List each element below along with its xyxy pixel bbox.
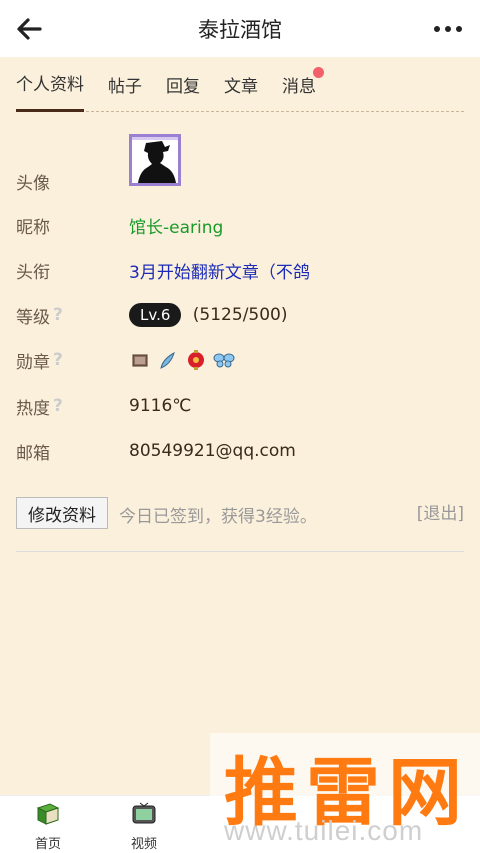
watermark: 推雷网 www.tuilei.com (210, 733, 480, 853)
feather-medal-icon[interactable] (157, 349, 179, 371)
more-icon[interactable] (430, 14, 466, 44)
title-label: 头衔 (16, 262, 50, 283)
nickname-label: 昵称 (16, 217, 50, 238)
heat-row: 热度 ? 9116℃ (16, 391, 464, 421)
level-badge: Lv.6 (129, 303, 182, 327)
question-icon[interactable]: ? (53, 352, 67, 369)
scroll-medal-icon[interactable] (129, 349, 151, 371)
email-label: 邮箱 (16, 443, 50, 464)
logout-link[interactable]: [退出] (417, 499, 464, 524)
level-label-wrap: 等级 ? (16, 303, 129, 328)
level-label: 等级 (16, 307, 50, 328)
nav-video-label: 视频 (130, 837, 157, 852)
page-title: 泰拉酒馆 (198, 17, 282, 42)
book-icon (36, 803, 60, 825)
heat-label-wrap: 热度 ? (16, 394, 129, 419)
tab-posts[interactable]: 帖子 (108, 57, 142, 112)
level-row: 等级 ? Lv.6 (5125/500) (16, 300, 464, 330)
medals-label: 勋章 (16, 352, 50, 373)
heat-label: 热度 (16, 398, 50, 419)
avatar-silhouette-icon (132, 137, 178, 183)
medals-label-wrap: 勋章 ? (16, 348, 129, 373)
tab-articles[interactable]: 文章 (224, 57, 258, 112)
avatar-row: 头像 (16, 166, 464, 196)
level-value: Lv.6 (5125/500) (129, 303, 288, 327)
nickname-value: 馆长-earing (129, 217, 224, 238)
divider (16, 551, 464, 552)
tab-messages[interactable]: 消息 (282, 57, 324, 112)
nav-video[interactable]: 视频 (114, 802, 174, 852)
heat-value: 9116℃ (129, 396, 192, 416)
profile-tabs: 个人资料 帖子 回复 文章 消息 (16, 57, 464, 112)
avatar[interactable] (129, 134, 181, 186)
title-row: 头衔 3月开始翻新文章（不鸽 (16, 255, 464, 285)
medals-row: 勋章 ? (16, 345, 464, 375)
tab-profile[interactable]: 个人资料 (16, 57, 84, 112)
level-progress: (5125/500) (192, 305, 288, 325)
question-icon[interactable]: ? (53, 307, 67, 324)
nav-home-label: 首页 (34, 837, 61, 852)
unread-dot (313, 66, 324, 78)
avatar-label: 头像 (16, 173, 50, 194)
nickname-row: 昵称 馆长-earing (16, 210, 464, 240)
lantern-medal-icon[interactable] (185, 349, 207, 371)
title-value: 3月开始翻新文章（不鸽 (129, 262, 310, 283)
medals-list (129, 349, 235, 371)
tab-messages-label: 消息 (282, 76, 316, 97)
checkin-status: 今日已签到，获得3经验。 (119, 507, 317, 527)
watermark-url: www.tuilei.com (224, 815, 424, 846)
nav-home[interactable]: 首页 (18, 802, 78, 852)
question-icon[interactable]: ? (53, 398, 67, 415)
back-arrow-icon[interactable] (14, 14, 44, 44)
tab-replies[interactable]: 回复 (166, 57, 200, 112)
top-bar: 泰拉酒馆 (0, 0, 480, 57)
email-value: 80549921@qq.com (129, 441, 296, 461)
butterfly-medal-icon[interactable] (213, 349, 235, 371)
email-row: 邮箱 80549921@qq.com (16, 436, 464, 466)
edit-profile-button[interactable]: 修改资料 (16, 497, 108, 529)
tv-icon (132, 802, 156, 824)
